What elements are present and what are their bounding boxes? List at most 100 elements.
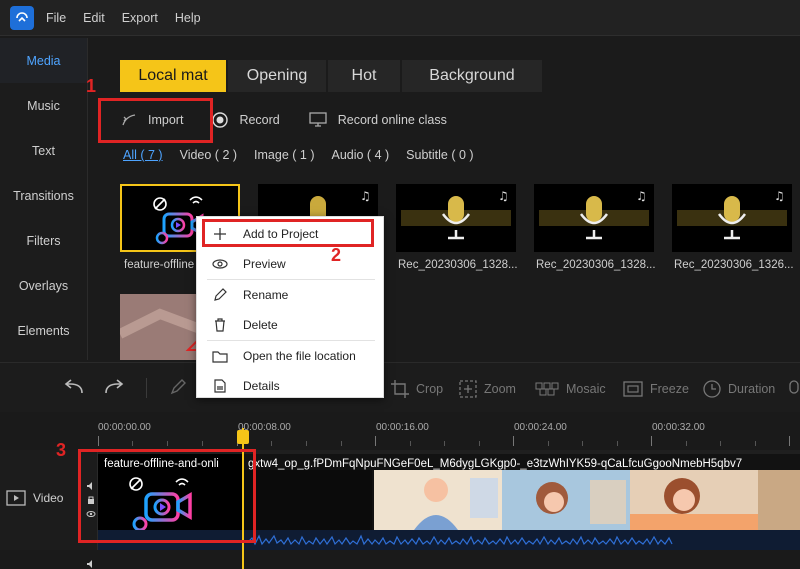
freeze-button[interactable]: Freeze: [622, 379, 689, 399]
tab-local-mat[interactable]: Local mat: [120, 60, 226, 92]
context-rename-label: Rename: [243, 288, 289, 302]
record-icon: [212, 112, 229, 128]
clip-frame: [374, 470, 502, 530]
document-icon: [197, 379, 243, 393]
video-track-icon: [6, 490, 26, 506]
eye-icon: [197, 258, 243, 270]
annotation-number-3: 3: [56, 440, 67, 460]
filter-all[interactable]: All ( 7 ): [123, 148, 163, 162]
left-nav: Media Music Text Transitions Filters Ove…: [0, 38, 88, 360]
clip-frame: [502, 470, 630, 530]
folder-icon: [197, 350, 243, 363]
duration-label: Duration: [728, 382, 776, 396]
record-online-class-button[interactable]: Record online class: [308, 111, 447, 129]
tick-mark: [375, 436, 376, 446]
record-button[interactable]: Record: [211, 111, 280, 129]
filter-video[interactable]: Video ( 2 ): [180, 148, 237, 162]
mosaic-button[interactable]: Mosaic: [534, 379, 606, 399]
nav-elements[interactable]: Elements: [0, 308, 87, 353]
microphone-icon: ♫: [677, 189, 787, 240]
tab-background[interactable]: Background: [402, 60, 542, 92]
duration-button[interactable]: Duration: [702, 379, 775, 399]
filter-audio[interactable]: Audio ( 4 ): [331, 148, 389, 162]
zoom-icon: [459, 380, 477, 398]
svg-text:♫: ♫: [360, 189, 371, 203]
zoom-button[interactable]: Zoom: [458, 379, 516, 399]
playhead-handle[interactable]: [237, 430, 249, 444]
tab-hot[interactable]: Hot: [328, 60, 400, 92]
video-track-name: Video: [33, 491, 64, 505]
more-tools-button[interactable]: [788, 379, 800, 399]
media-item-audio[interactable]: ♫: [672, 184, 792, 252]
tick-mark: [98, 436, 99, 446]
media-item-label: feature-offline: [124, 259, 195, 271]
tick-mark: [271, 441, 272, 446]
microphone-icon: [789, 380, 799, 394]
microphone-icon: ♫: [539, 189, 649, 240]
filter-image[interactable]: Image ( 1 ): [254, 148, 314, 162]
annotation-box-add-to-project: [202, 219, 374, 247]
context-delete[interactable]: Delete: [197, 310, 385, 340]
audio-track-volume-icon[interactable]: [86, 558, 96, 569]
clip-frame: [244, 470, 372, 530]
freeze-label: Freeze: [650, 382, 689, 396]
tick-label: 00:00:16.00: [376, 422, 429, 433]
tick-mark: [167, 441, 168, 446]
pencil-icon: [170, 379, 186, 395]
annotation-box-clip: [78, 449, 256, 543]
tick-mark: [720, 441, 721, 446]
tick-mark: [789, 436, 790, 446]
tick-mark: [202, 441, 203, 446]
undo-button[interactable]: [62, 377, 92, 397]
media-item-label: Rec_20230306_1328...: [398, 259, 518, 271]
nav-text[interactable]: Text: [0, 128, 87, 173]
tick-mark: [651, 436, 652, 446]
tick-mark: [755, 441, 756, 446]
svg-text:♫: ♫: [636, 189, 647, 203]
nav-filters[interactable]: Filters: [0, 218, 87, 263]
edit-toolbar: Crop Zoom Mosaic Freeze Duration: [0, 362, 800, 412]
record-online-label: Record online class: [337, 113, 447, 127]
clip-frame: [630, 470, 758, 530]
crop-label: Crop: [416, 382, 444, 396]
tick-mark: [132, 441, 133, 446]
media-filters: All ( 7 ) Video ( 2 ) Image ( 1 ) Audio …: [123, 148, 491, 162]
video-track-label: Video: [6, 490, 63, 506]
clock-icon: [703, 380, 721, 398]
context-preview[interactable]: Preview: [197, 249, 385, 279]
app-logo-icon[interactable]: [10, 5, 34, 30]
media-item-audio[interactable]: ♫: [534, 184, 654, 252]
monitor-icon: [309, 112, 327, 127]
context-details[interactable]: Details: [197, 371, 385, 401]
nav-transitions[interactable]: Transitions: [0, 173, 87, 218]
time-ruler[interactable]: 00:00:00.00 00:00:08.00 00:00:16.00 00:0…: [98, 412, 800, 448]
menu-edit[interactable]: Edit: [83, 11, 105, 25]
nav-music[interactable]: Music: [0, 83, 87, 128]
context-rename[interactable]: Rename: [197, 280, 385, 310]
tick-mark: [617, 441, 618, 446]
nav-overlays[interactable]: Overlays: [0, 263, 87, 308]
menu-help[interactable]: Help: [175, 11, 201, 25]
nav-media[interactable]: Media: [0, 38, 87, 83]
edit-button[interactable]: [168, 377, 194, 397]
toolbar-divider: [146, 378, 147, 398]
crop-icon: [391, 380, 409, 398]
tab-opening[interactable]: Opening: [228, 60, 326, 92]
media-item-label: Rec_20230306_1328...: [536, 259, 656, 271]
tick-mark: [341, 441, 342, 446]
tick-mark: [479, 441, 480, 446]
tick-mark: [686, 441, 687, 446]
context-open-file-location[interactable]: Open the file location: [197, 341, 385, 371]
media-item-audio[interactable]: ♫: [396, 184, 516, 252]
menu-file[interactable]: File: [46, 11, 66, 25]
filter-subtitle[interactable]: Subtitle ( 0 ): [406, 148, 473, 162]
tick-mark: [444, 441, 445, 446]
media-tabs: Local mat Opening Hot Background: [120, 60, 544, 92]
clip-title: gxtw4_op_g.fPDmFqNpuFNGeF0eL_M6dygLGKgp0…: [248, 458, 743, 470]
menu-export[interactable]: Export: [122, 11, 158, 25]
tick-label: 00:00:32.00: [652, 422, 705, 433]
crop-button[interactable]: Crop: [390, 379, 443, 399]
redo-button[interactable]: [102, 377, 132, 397]
tick-label: 00:00:00.00: [98, 422, 151, 433]
media-item-label: Rec_20230306_1326...: [674, 259, 794, 271]
